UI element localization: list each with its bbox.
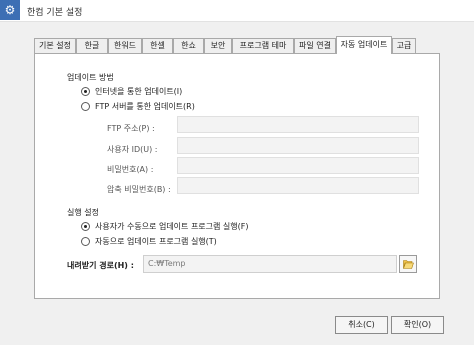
tab-program-theme[interactable]: 프로그램 테마 (232, 38, 294, 53)
tab-advanced[interactable]: 고급 (392, 38, 416, 53)
download-path-input[interactable]: C:₩Temp (143, 255, 397, 273)
auto-run-label: 자동으로 업데이트 프로그램 실행(T) (95, 237, 217, 246)
tab-auto-update[interactable]: 자동 업데이트 (336, 36, 392, 54)
ok-button[interactable]: 확인(O) (391, 316, 444, 334)
archive-password-input[interactable] (177, 177, 419, 194)
run-settings-title: 실행 설정 (67, 208, 99, 217)
internet-update-label: 인터넷을 통한 업데이트(I) (95, 87, 183, 96)
auto-run-radio[interactable]: 자동으로 업데이트 프로그램 실행(T) (81, 236, 341, 248)
password-label: 비밀번호(A) : (107, 165, 154, 174)
tab-file-association[interactable]: 파일 연결 (294, 38, 336, 53)
browse-folder-button[interactable] (399, 255, 417, 273)
radio-button[interactable] (81, 87, 90, 96)
ftp-address-label: FTP 주소(P) : (107, 124, 155, 133)
radio-button[interactable] (81, 102, 90, 111)
ftp-address-input[interactable] (177, 116, 419, 133)
radio-button[interactable] (81, 237, 90, 246)
manual-run-radio[interactable]: 사용자가 수동으로 업데이트 프로그램 실행(F) (81, 221, 341, 233)
tab-hanshow[interactable]: 한쇼 (173, 38, 204, 53)
tab-hancell[interactable]: 한셀 (142, 38, 173, 53)
ftp-update-radio[interactable]: FTP 서버를 통한 업데이트(R) (81, 101, 281, 113)
radio-button[interactable] (81, 222, 90, 231)
cancel-button[interactable]: 취소(C) (335, 316, 388, 334)
update-method-title: 업데이트 방법 (67, 73, 114, 82)
title-bar: ⚙ 한컴 기본 설정 (0, 0, 474, 22)
tab-hangul[interactable]: 한글 (76, 38, 108, 53)
archive-password-label: 압축 비밀번호(B) : (107, 185, 171, 194)
password-input[interactable] (177, 157, 419, 174)
manual-run-label: 사용자가 수동으로 업데이트 프로그램 실행(F) (95, 222, 249, 231)
tab-security[interactable]: 보안 (204, 38, 232, 53)
tab-basic-settings[interactable]: 기본 설정 (34, 38, 76, 53)
window-title: 한컴 기본 설정 (27, 8, 83, 18)
folder-open-icon (403, 260, 414, 269)
tab-strip: 기본 설정 한글 한워드 한셀 한쇼 보안 프로그램 테마 파일 연결 자동 업… (34, 36, 416, 54)
gear-icon: ⚙ (0, 0, 20, 20)
user-id-input[interactable] (177, 137, 419, 154)
user-id-label: 사용자 ID(U) : (107, 145, 158, 154)
internet-update-radio[interactable]: 인터넷을 통한 업데이트(I) (81, 86, 281, 98)
auto-update-panel: 업데이트 방법 인터넷을 통한 업데이트(I) FTP 서버를 통한 업데이트(… (34, 53, 440, 299)
ftp-update-label: FTP 서버를 통한 업데이트(R) (95, 102, 195, 111)
download-path-label: 내려받기 경로(H) : (67, 261, 134, 270)
tab-hanword[interactable]: 한워드 (108, 38, 142, 53)
